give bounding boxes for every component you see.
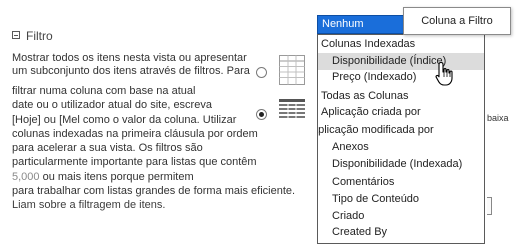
group-indexed-columns: Colunas Indexadas [321,38,416,50]
option-created-by[interactable]: Created By [332,226,387,238]
section-title: Filtro [26,29,53,43]
item-threshold-count: 5,000 [12,171,40,183]
description-line-8: particularmente importante para listas q… [12,156,257,168]
option-created[interactable]: Criado [332,210,364,222]
description-line-7: para acelerar a sua vista. Os filtros sã… [12,142,203,154]
partial-combo-box[interactable] [487,197,492,215]
filter-column-dropdown-list: Colunas Indexadas Disponibilidade (Índic… [317,34,485,244]
description-line-2: um subconjunto dos itens através de filt… [12,65,250,77]
description-line-4: date ou o utilizador atual do site, escr… [12,99,212,111]
group-all-columns: Todas as Colunas [321,90,409,102]
hand-pointer-cursor-icon [435,61,453,86]
all-items-grid-icon [279,55,305,85]
option-price-indexed[interactable]: Preço (Indexado) [332,71,416,83]
partial-label-text: baixa [487,113,509,123]
description-line-9: ou mais itens porque permitem [42,171,194,183]
option-availability-indexed[interactable]: Disponibilidade (Indexada) [332,158,462,170]
filtered-items-list-icon [279,99,305,118]
description-line-5: [Hoje] ou [Mel como o valor da coluna. U… [12,114,237,126]
description-line-6: colunas indexadas na primeira cláusula p… [12,128,258,140]
description-line-1: Mostrar todos os itens nesta vista ou ap… [12,52,247,64]
option-app-modified-by[interactable]: aplicação modificada por [318,124,434,136]
option-content-type[interactable]: Tipo de Conteúdo [332,193,419,205]
option-attachments[interactable]: Anexos [332,141,369,153]
option-comments[interactable]: Comentários [332,176,394,188]
collapse-section-icon[interactable] [12,31,20,39]
show-filtered-items-radio[interactable] [256,109,267,120]
filtering-help-link[interactable]: Liam sobre a filtragem de itens. [12,199,165,213]
option-availability-index[interactable]: Disponibilidade (Índice) [332,55,446,67]
description-line-10: para trabalhar com listas grandes de for… [12,185,296,197]
description-line-3: filtrar numa coluna com base na atual [12,85,196,97]
option-app-created-by[interactable]: Aplicação criada por [321,106,421,118]
show-all-items-radio[interactable] [256,67,267,78]
column-filter-tooltip: Coluna a Filtro [403,7,511,35]
